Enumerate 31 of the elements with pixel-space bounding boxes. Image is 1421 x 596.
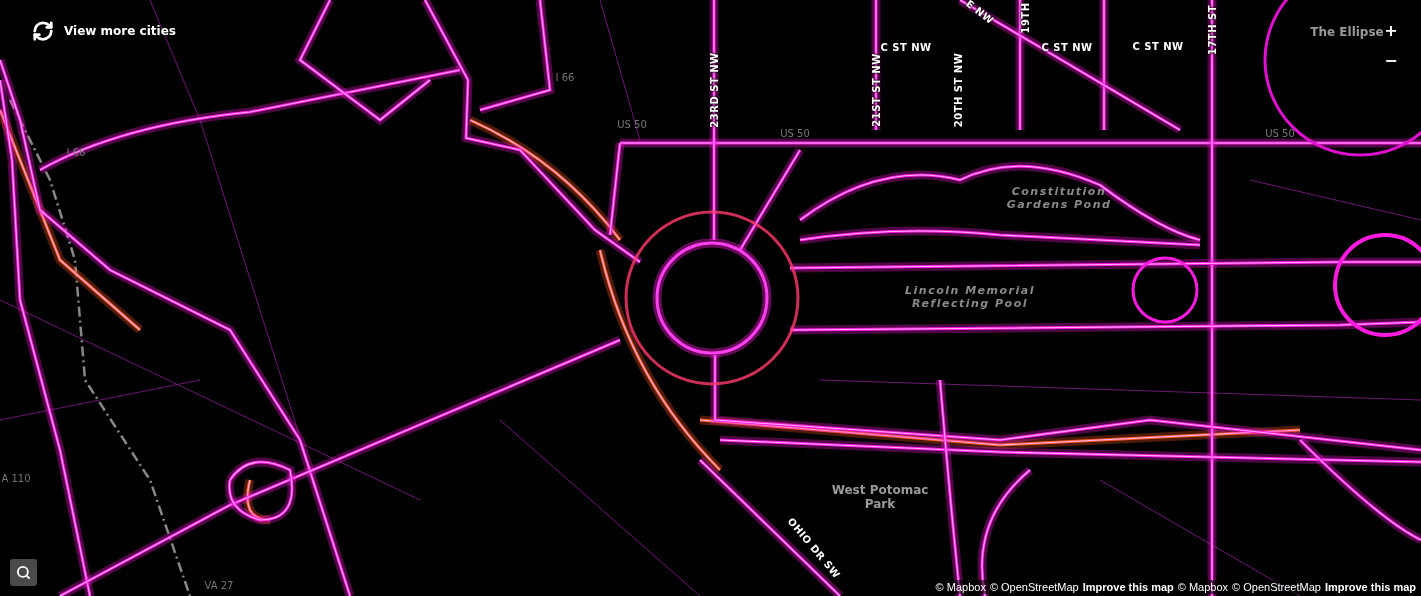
road-shield-label: US 50 <box>1265 127 1295 139</box>
search-button[interactable] <box>10 559 37 586</box>
attribution-credit: © OpenStreetMap <box>989 581 1079 593</box>
road-shield-label: VA 27 <box>204 579 234 591</box>
improve-map-link[interactable]: Improve this map <box>1082 581 1174 593</box>
street-label: 17TH ST <box>1206 4 1218 56</box>
attribution-credit: © OpenStreetMap <box>1232 581 1321 593</box>
street-label: E NW <box>964 0 996 27</box>
street-label: 21ST ST NW <box>870 53 882 127</box>
street-label: 23RD ST NW <box>708 52 720 128</box>
road-shield-label: A 110 <box>1 472 31 484</box>
road-shield-label: US 50 <box>617 118 647 130</box>
zoom-out-button[interactable]: − <box>1381 51 1401 71</box>
street-label: C ST NW <box>1041 41 1093 53</box>
road-shield-label: I 66 <box>66 146 86 158</box>
street-label: C ST NW <box>880 41 932 53</box>
improve-map-link[interactable]: Improve this map <box>1324 581 1416 593</box>
attribution-credit: © Mapbox <box>1177 581 1229 593</box>
street-label: 20TH ST NW <box>952 52 964 128</box>
road-shield-label: I 66 <box>555 71 575 83</box>
view-more-cities-button[interactable]: View more cities <box>30 18 178 44</box>
road-shield-label: US 50 <box>780 127 810 139</box>
street-label: C ST NW <box>1132 40 1184 52</box>
place-label: West Potomac Park <box>830 483 930 511</box>
search-icon <box>16 565 31 580</box>
street-label: 19TH <box>1019 2 1031 34</box>
place-label: The Ellipse <box>1310 25 1384 39</box>
water-label: Constitution Gardens Pond <box>1005 185 1113 211</box>
refresh-icon <box>32 20 54 42</box>
attribution-credit: © Mapbox <box>935 581 986 593</box>
water-label: Lincoln Memorial Reflecting Pool <box>904 284 1036 310</box>
